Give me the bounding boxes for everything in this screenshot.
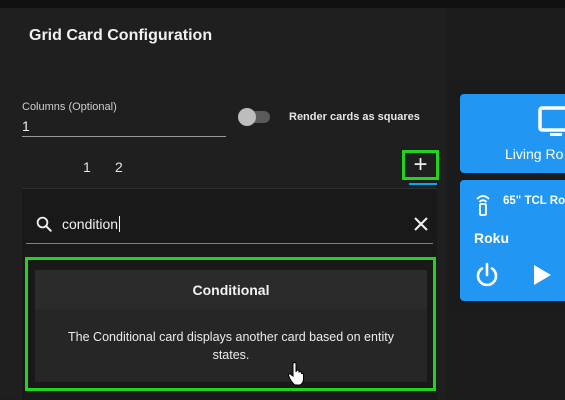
power-icon[interactable] xyxy=(474,262,500,288)
text-caret xyxy=(119,216,121,232)
play-icon[interactable] xyxy=(532,264,552,286)
search-value: condition xyxy=(62,216,119,232)
search-input[interactable]: condition xyxy=(62,216,121,232)
preview-card-source: Roku xyxy=(474,230,509,246)
preview-card-title: 65" TCL Ro xyxy=(503,195,565,207)
tab-card-1[interactable]: 1 xyxy=(83,159,91,175)
preview-card-label: Living Ro xyxy=(505,146,564,162)
columns-value: 1 xyxy=(22,118,30,134)
card-search-field[interactable]: condition xyxy=(26,205,433,244)
tab-card-2[interactable]: 2 xyxy=(115,159,123,175)
columns-label: Columns (Optional) xyxy=(22,101,117,113)
card-option-title: Conditional xyxy=(35,270,427,309)
top-bar xyxy=(0,0,565,8)
search-icon xyxy=(36,216,52,232)
hand-cursor-icon xyxy=(287,362,304,386)
preview-card-tv[interactable]: 65" TCL Ro Roku xyxy=(460,180,565,301)
conditional-card-option[interactable]: Conditional The Conditional card display… xyxy=(35,270,427,382)
square-toggle[interactable] xyxy=(238,108,272,126)
dialog-title: Grid Card Configuration xyxy=(29,27,213,44)
television-icon xyxy=(538,106,565,136)
toggle-thumb xyxy=(238,108,256,126)
preview-card-living-room[interactable]: Living Ro xyxy=(460,94,565,173)
add-card-button[interactable]: + xyxy=(402,150,439,180)
active-tab-indicator xyxy=(409,183,437,185)
close-icon[interactable] xyxy=(413,216,429,232)
remote-icon xyxy=(476,195,490,216)
plus-icon: + xyxy=(413,151,428,178)
card-option-description: The Conditional card displays another ca… xyxy=(68,330,394,362)
square-toggle-label: Render cards as squares xyxy=(289,111,420,123)
columns-input[interactable]: 1 xyxy=(22,116,226,137)
